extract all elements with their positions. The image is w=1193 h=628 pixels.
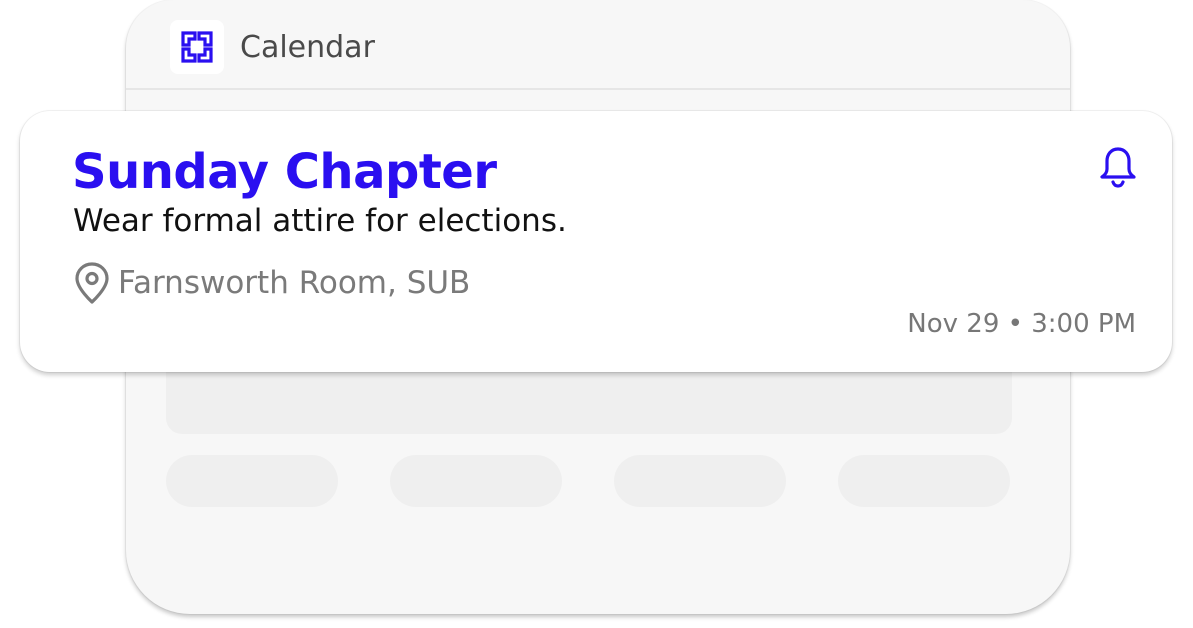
placeholder-pill	[166, 455, 338, 507]
placeholder-pill	[614, 455, 786, 507]
app-header: Calendar	[126, 0, 1070, 90]
stage: Calendar Sunday Chapter Wear formal atti…	[0, 0, 1193, 628]
placeholder-pill	[838, 455, 1010, 507]
event-title: Sunday Chapter	[72, 144, 497, 200]
event-notification-card[interactable]: Sunday Chapter Wear formal attire for el…	[20, 111, 1172, 372]
event-datetime: Nov 29 • 3:00 PM	[907, 309, 1136, 339]
greek-key-logo-icon	[170, 20, 224, 74]
bell-icon[interactable]	[1098, 145, 1138, 189]
location-pin-icon	[75, 262, 109, 304]
event-message: Wear formal attire for elections.	[73, 203, 567, 239]
event-date: Nov 29	[907, 309, 1000, 339]
event-time: 3:00 PM	[1031, 309, 1136, 339]
event-location-label: Farnsworth Room, SUB	[118, 265, 471, 301]
placeholder-pill	[390, 455, 562, 507]
datetime-separator: •	[1007, 309, 1023, 339]
event-location: Farnsworth Room, SUB	[74, 261, 470, 305]
app-title: Calendar	[240, 30, 375, 65]
